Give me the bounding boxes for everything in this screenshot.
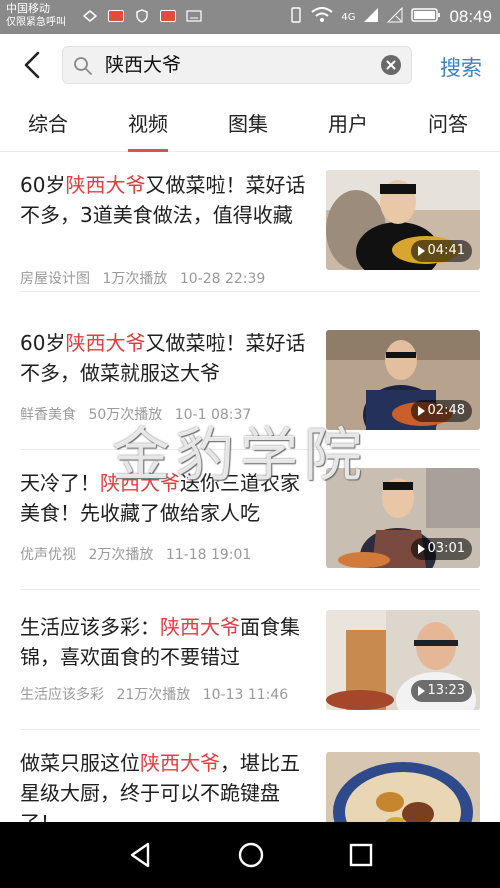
square-recents-icon bbox=[349, 843, 373, 867]
play-icon bbox=[417, 246, 425, 256]
news-app-icon-2 bbox=[158, 8, 178, 24]
video-source: 生活应该多彩 bbox=[20, 687, 104, 703]
video-meta: 优声优视 2万次播放 11-18 19:01 bbox=[20, 544, 259, 564]
search-button[interactable]: 搜索 bbox=[440, 52, 482, 82]
tab-users[interactable]: 用户 bbox=[328, 108, 368, 152]
publish-date: 10-13 11:46 bbox=[202, 687, 289, 703]
play-count: 1万次播放 bbox=[102, 271, 168, 287]
video-title: 生活应该多彩：陕西大爷面食集锦，喜欢面食的不要错过 bbox=[20, 615, 300, 669]
video-source: 房屋设计图 bbox=[20, 271, 90, 287]
list-item[interactable]: 60岁陕西大爷又做菜啦！菜好话不多，做菜就服这大爷 鲜香美食 50万次播放 10… bbox=[0, 310, 500, 450]
nav-home-button[interactable] bbox=[236, 840, 266, 870]
wifi-icon bbox=[311, 7, 333, 27]
search-box[interactable]: 陕西大爷 bbox=[62, 46, 412, 84]
publish-date: 10-28 22:39 bbox=[179, 271, 266, 287]
keyword-highlight: 陕西大爷 bbox=[100, 471, 180, 495]
app-notification-icon bbox=[80, 8, 100, 24]
video-title: 60岁陕西大爷又做菜啦！菜好话不多，3道美食做法，值得收藏 bbox=[20, 173, 306, 227]
video-meta: 生活应该多彩 21万次播放 10-13 11:46 bbox=[20, 684, 296, 704]
publish-date: 11-18 19:01 bbox=[165, 547, 252, 563]
system-navigation-bar bbox=[0, 822, 500, 888]
play-count: 2万次播放 bbox=[88, 547, 154, 563]
tab-video[interactable]: 视频 bbox=[128, 108, 168, 152]
triangle-back-icon bbox=[130, 842, 150, 868]
clock: 08:49 bbox=[449, 7, 492, 26]
category-tabs: 综合 视频 图集 用户 问答 bbox=[0, 96, 500, 152]
signal-icon bbox=[363, 7, 379, 27]
video-thumbnail[interactable]: 02:48 bbox=[326, 330, 480, 430]
video-title: 60岁陕西大爷又做菜啦！菜好话不多，做菜就服这大爷 bbox=[20, 331, 306, 385]
carrier-name: 中国移动 bbox=[6, 2, 50, 15]
back-arrow-icon bbox=[24, 51, 40, 79]
clear-search-button[interactable] bbox=[381, 55, 401, 75]
video-source: 优声优视 bbox=[20, 547, 76, 563]
publish-date: 10-1 08:37 bbox=[174, 407, 252, 423]
video-meta: 房屋设计图 1万次播放 10-28 22:39 bbox=[20, 268, 273, 288]
notification-icons bbox=[80, 8, 204, 24]
keyword-highlight: 陕西大爷 bbox=[65, 331, 146, 355]
list-item[interactable]: 天冷了！陕西大爷送你三道农家美食！先收藏了做给家人吃 优声优视 2万次播放 11… bbox=[0, 450, 500, 590]
network-type-label: 4G bbox=[341, 11, 356, 23]
video-source: 鲜香美食 bbox=[20, 407, 76, 423]
carrier-info: 中国移动 仅限紧急呼叫 bbox=[6, 2, 66, 30]
list-item[interactable]: 60岁陕西大爷又做菜啦！菜好话不多，3道美食做法，值得收藏 房屋设计图 1万次播… bbox=[0, 152, 500, 292]
nav-recents-button[interactable] bbox=[346, 840, 376, 870]
tab-qa[interactable]: 问答 bbox=[428, 108, 468, 152]
status-bar: 中国移动 仅限紧急呼叫 4G 08:49 bbox=[0, 0, 500, 34]
vibrate-icon bbox=[289, 6, 303, 28]
signal-off-icon bbox=[387, 6, 403, 27]
keyword-highlight: 陕西大爷 bbox=[140, 751, 220, 775]
duration-badge: 03:01 bbox=[410, 538, 472, 560]
close-icon bbox=[386, 60, 396, 70]
play-count: 50万次播放 bbox=[88, 407, 163, 423]
video-meta: 鲜香美食 50万次播放 10-1 08:37 bbox=[20, 404, 259, 424]
nav-back-button[interactable] bbox=[126, 840, 156, 870]
play-icon bbox=[417, 686, 425, 696]
tab-comprehensive[interactable]: 综合 bbox=[28, 108, 68, 152]
duration-badge: 04:41 bbox=[410, 240, 472, 262]
keyboard-icon bbox=[184, 8, 204, 24]
duration-badge: 02:48 bbox=[410, 400, 472, 422]
list-item[interactable]: 生活应该多彩：陕西大爷面食集锦，喜欢面食的不要错过 生活应该多彩 21万次播放 … bbox=[0, 590, 500, 730]
video-title: 天冷了！陕西大爷送你三道农家美食！先收藏了做给家人吃 bbox=[20, 471, 300, 525]
back-button[interactable] bbox=[16, 48, 50, 82]
play-icon bbox=[417, 544, 425, 554]
video-thumbnail[interactable]: 13:23 bbox=[326, 610, 480, 710]
carrier-status: 仅限紧急呼叫 bbox=[6, 17, 66, 28]
search-header: 陕西大爷 搜索 bbox=[0, 34, 500, 96]
video-thumbnail[interactable]: 03:01 bbox=[326, 468, 480, 568]
tab-gallery[interactable]: 图集 bbox=[228, 108, 268, 152]
news-app-icon bbox=[106, 8, 126, 24]
circle-home-icon bbox=[238, 842, 264, 868]
search-icon bbox=[74, 57, 92, 75]
battery-icon bbox=[411, 7, 441, 27]
play-count: 21万次播放 bbox=[116, 687, 191, 703]
system-status: 4G 08:49 bbox=[289, 6, 492, 28]
keyword-highlight: 陕西大爷 bbox=[65, 173, 146, 197]
play-icon bbox=[417, 406, 425, 416]
shield-icon bbox=[132, 8, 152, 24]
keyword-highlight: 陕西大爷 bbox=[160, 615, 240, 639]
divider bbox=[20, 291, 480, 292]
video-thumbnail[interactable]: 04:41 bbox=[326, 170, 480, 270]
search-input[interactable]: 陕西大爷 bbox=[105, 47, 365, 83]
duration-badge: 13:23 bbox=[410, 680, 472, 702]
